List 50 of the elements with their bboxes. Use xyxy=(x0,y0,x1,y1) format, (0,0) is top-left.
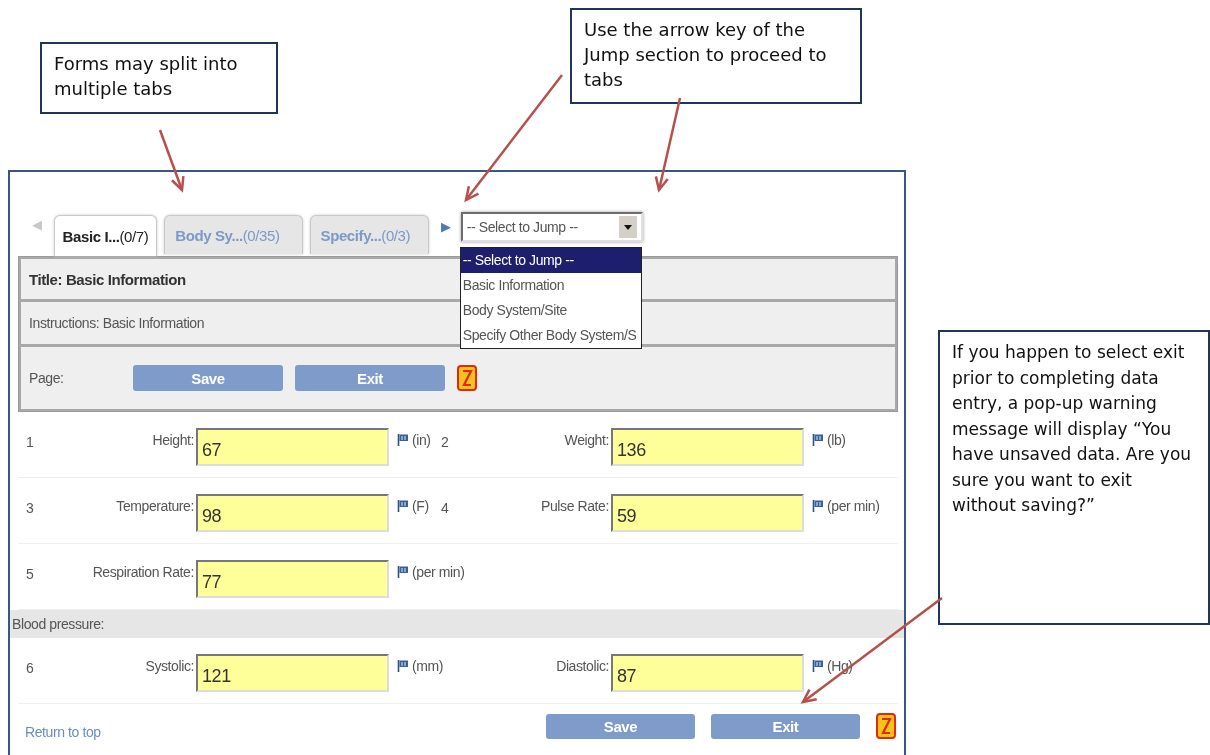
flag-icon[interactable] xyxy=(812,498,824,513)
flag-icon[interactable] xyxy=(397,564,409,579)
input-field[interactable]: 121 xyxy=(196,653,389,692)
flag-icon[interactable] xyxy=(397,498,409,513)
input-field[interactable]: 59 xyxy=(611,493,804,532)
dropdown-option[interactable]: Basic Information xyxy=(460,273,641,298)
unit-label: (F) xyxy=(412,497,429,514)
field-label: Height: xyxy=(151,431,195,448)
input-field[interactable]: 98 xyxy=(196,493,389,532)
field-label: Temperature: xyxy=(115,497,195,514)
field-label: Weight: xyxy=(563,431,610,448)
unit-label: (in) xyxy=(412,431,431,448)
callout-note: If you happen to select exit prior to completing data entry, a pop-up warning message will display “You have unsaved data. Are you sure you want to exit without saving?” xyxy=(938,330,1210,625)
dropdown-caret-icon[interactable] xyxy=(618,216,637,238)
dropdown-option[interactable]: Body System/Site xyxy=(460,298,641,323)
unit-label: (mm) xyxy=(412,657,444,674)
callout-note: Use the arrow key of the Jump section to proceed to tabs xyxy=(570,8,862,105)
callout-note: Forms may split into multiple tabs xyxy=(40,42,278,114)
unit-label: (per min) xyxy=(412,563,465,580)
flag-icon[interactable] xyxy=(397,432,409,447)
dropdown-option[interactable]: Specify Other Body System/S xyxy=(460,323,641,348)
input-field[interactable]: 136 xyxy=(611,427,804,466)
field-number: 4 xyxy=(441,499,450,516)
field-label: Respiration Rate: xyxy=(91,563,195,580)
field-label: Systolic: xyxy=(144,657,195,674)
field-label: Diastolic: xyxy=(555,657,610,674)
field-number: 3 xyxy=(26,499,35,516)
page-label: Page: xyxy=(29,370,65,386)
unit-label: (per min) xyxy=(827,497,880,514)
warning-icon[interactable] xyxy=(457,365,477,391)
dropdown-option[interactable]: -- Select to Jump -- xyxy=(460,248,641,273)
field-label: Pulse Rate: xyxy=(540,497,610,514)
next-tab-arrow[interactable]: ▶ xyxy=(441,219,451,234)
input-field[interactable]: 87 xyxy=(611,653,804,692)
flag-icon[interactable] xyxy=(397,658,409,673)
flag-icon[interactable] xyxy=(812,658,824,673)
callout-arrow xyxy=(158,129,185,193)
input-field[interactable]: 67 xyxy=(196,427,389,466)
field-number: 5 xyxy=(26,565,35,582)
warning-icon[interactable] xyxy=(876,713,896,739)
jump-select[interactable]: -- Select to Jump -- xyxy=(460,212,643,242)
field-number: 2 xyxy=(441,433,450,450)
return-to-top-link[interactable]: Return to top xyxy=(25,724,101,740)
group-heading: Blood pressure: xyxy=(10,610,904,638)
unit-label: (lb) xyxy=(827,431,846,448)
field-number: 6 xyxy=(26,659,35,676)
field-number: 1 xyxy=(26,433,35,450)
form-tab[interactable]: Basic I...(0/7) xyxy=(53,215,158,256)
flag-icon[interactable] xyxy=(812,432,824,447)
input-field[interactable]: 77 xyxy=(196,559,389,598)
